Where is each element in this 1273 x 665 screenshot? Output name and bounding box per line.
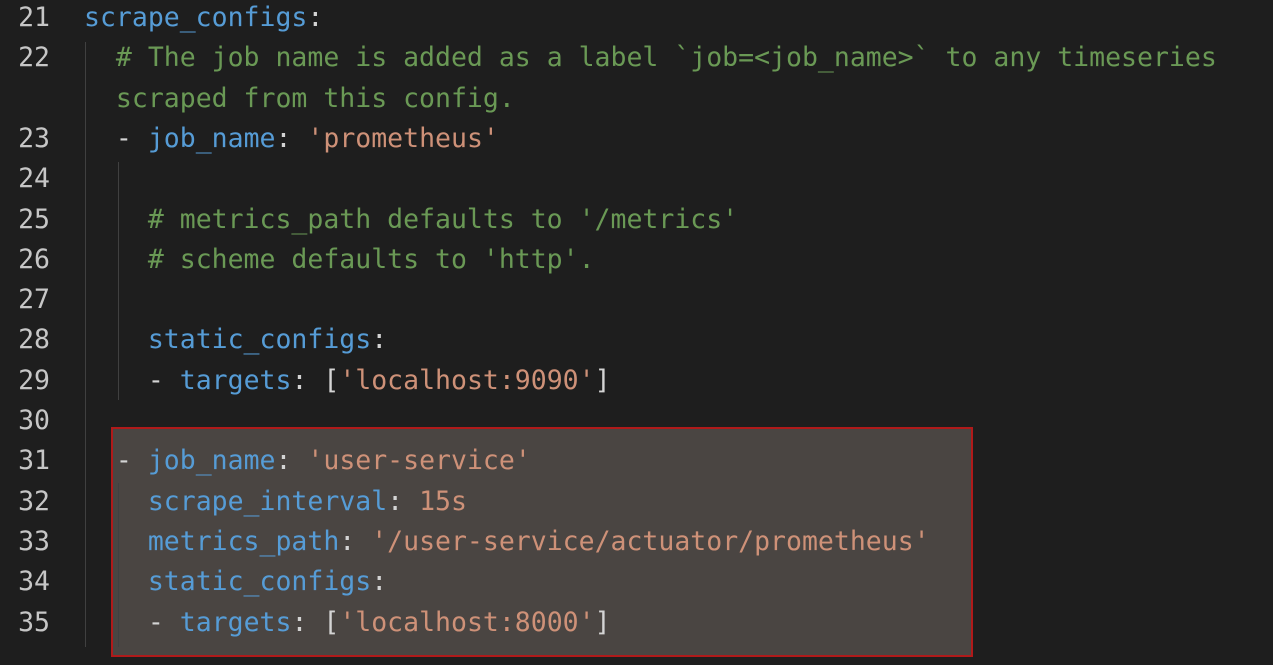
line-number: 25 — [18, 203, 50, 235]
code-token: targets — [179, 364, 292, 396]
code-token: 'prometheus' — [307, 122, 499, 154]
code-token: # The job name is added as a label `job=… — [115, 42, 1217, 74]
code-token: : — [371, 324, 388, 356]
line-number: 22 — [18, 42, 50, 74]
code-line[interactable]: 26 # scheme defaults to 'http'. — [0, 240, 1273, 280]
line-number: 24 — [18, 163, 50, 195]
code-line[interactable]: 28 static_configs: — [0, 320, 1273, 360]
line-number: 27 — [18, 284, 50, 316]
code-token: : — [275, 445, 308, 477]
code-text: - targets: ['localhost:8000'] — [84, 603, 611, 643]
code-line[interactable]: scraped from this config. — [0, 79, 1273, 119]
code-token: static_configs — [147, 566, 372, 598]
code-token: targets — [179, 606, 292, 638]
code-line[interactable]: 24 — [0, 159, 1273, 199]
code-token: scraped from this config. — [115, 82, 515, 114]
code-line[interactable]: 32 scrape_interval: 15s — [0, 482, 1273, 522]
line-number: 23 — [18, 122, 50, 154]
code-token: - — [115, 445, 148, 477]
code-text: - job_name: 'prometheus' — [84, 119, 499, 159]
code-token: 'localhost:8000' — [339, 606, 595, 638]
code-line[interactable]: 34 static_configs: — [0, 562, 1273, 602]
code-line[interactable]: 29 - targets: ['localhost:9090'] — [0, 361, 1273, 401]
code-text: scraped from this config. — [84, 79, 515, 119]
code-token: scrape_interval — [147, 485, 388, 517]
line-number: 34 — [18, 566, 50, 598]
line-number: 26 — [18, 243, 50, 275]
code-text: static_configs: — [84, 562, 387, 602]
code-line[interactable]: 31 - job_name: 'user-service' — [0, 441, 1273, 481]
line-number: 21 — [18, 2, 50, 33]
code-token: : — [371, 566, 388, 598]
code-line[interactable]: 21 scrape_configs: — [0, 0, 1273, 38]
code-token: : — [307, 2, 324, 33]
code-token: : — [275, 122, 308, 154]
code-token: job_name — [147, 445, 276, 477]
code-text: scrape_interval: 15s — [84, 482, 467, 522]
code-token: metrics_path — [147, 525, 340, 557]
code-text: # The job name is added as a label `job=… — [84, 38, 1217, 78]
code-token: : [ — [291, 364, 340, 396]
code-editor[interactable]: 21 scrape_configs: 22 # The job name is ad… — [0, 0, 1273, 665]
code-text: - job_name: 'user-service' — [84, 441, 531, 481]
line-number: 30 — [18, 405, 50, 436]
code-token: static_configs — [147, 324, 372, 356]
line-number: 32 — [18, 485, 50, 517]
code-text: # scheme defaults to 'http'. — [84, 240, 595, 280]
code-token: - — [147, 606, 180, 638]
code-token: ] — [594, 606, 611, 638]
code-text: static_configs: — [84, 320, 387, 360]
code-token: job_name — [147, 122, 276, 154]
code-token: # metrics_path defaults to '/metrics' — [147, 203, 739, 235]
code-line[interactable]: 25 # metrics_path defaults to '/metrics' — [0, 200, 1273, 240]
code-line[interactable]: 33 metrics_path: '/user-service/actuator… — [0, 522, 1273, 562]
code-line[interactable]: 22 # The job name is added as a label `j… — [0, 38, 1273, 78]
line-number: 31 — [18, 445, 50, 477]
code-text: metrics_path: '/user-service/actuator/pr… — [84, 522, 930, 562]
code-text: scrape_configs: — [84, 0, 323, 38]
code-token: : [ — [291, 606, 340, 638]
code-token: scrape_configs — [84, 2, 308, 33]
code-token: 'user-service' — [307, 445, 531, 477]
code-token: : — [339, 525, 372, 557]
line-number: 28 — [18, 324, 50, 356]
code-line[interactable]: 30 — [0, 401, 1273, 441]
code-text: - targets: ['localhost:9090'] — [84, 361, 611, 401]
code-text: # metrics_path defaults to '/metrics' — [84, 200, 738, 240]
code-token: 'localhost:9090' — [339, 364, 595, 396]
code-token: 15s — [419, 485, 467, 517]
line-number: 33 — [18, 525, 50, 557]
line-number: 35 — [18, 606, 50, 638]
code-token: : — [387, 485, 420, 517]
code-token: '/user-service/actuator/prometheus' — [371, 525, 930, 557]
code-line[interactable]: 27 — [0, 280, 1273, 320]
code-token: ] — [594, 364, 611, 396]
code-token: - — [115, 122, 148, 154]
code-token: # scheme defaults to 'http'. — [147, 243, 595, 275]
code-token: - — [147, 364, 180, 396]
code-line[interactable]: 23 - job_name: 'prometheus' — [0, 119, 1273, 159]
line-number: 29 — [18, 364, 50, 396]
code-line[interactable]: 35 - targets: ['localhost:8000'] — [0, 603, 1273, 643]
